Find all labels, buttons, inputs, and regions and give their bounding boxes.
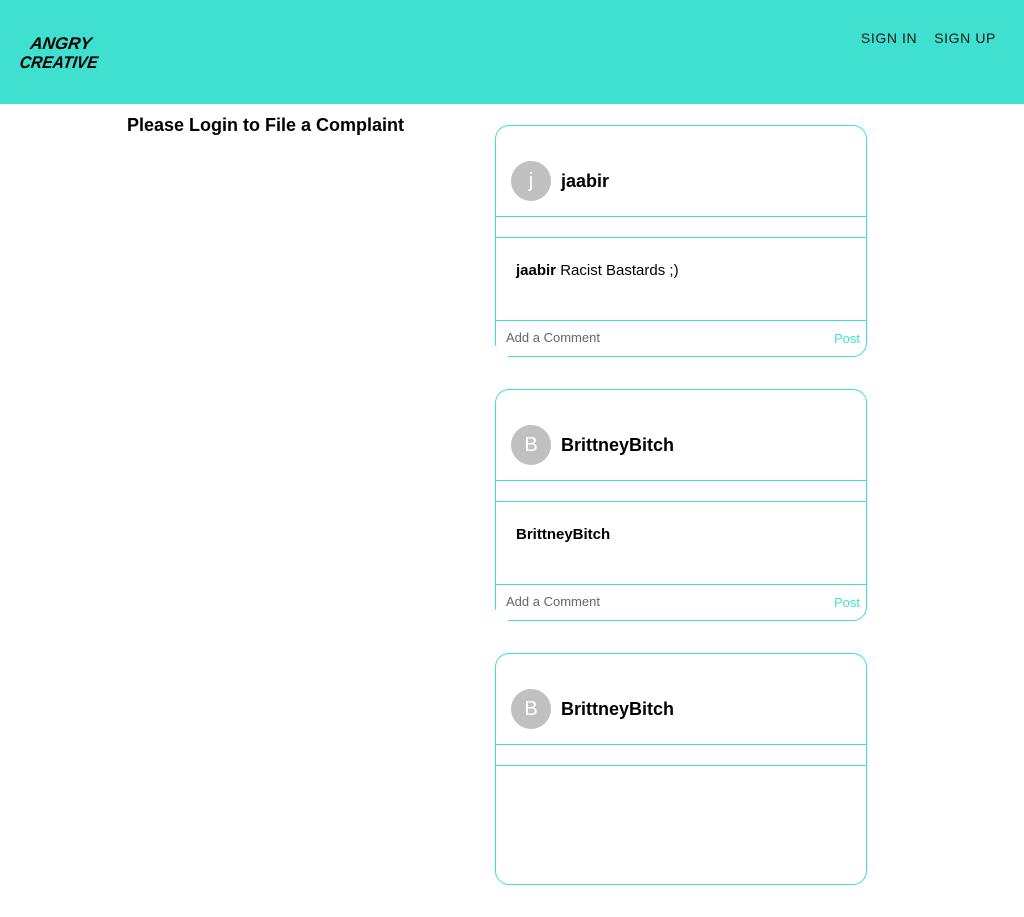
post-caption: jaabir Racist Bastards ;) [516,262,679,279]
post-caption: BrittneyBitch [516,526,610,543]
avatar[interactable]: j [511,161,551,201]
comment-bar: Post [496,320,866,356]
post-comment-button[interactable]: Post [834,331,860,346]
post-card: B BrittneyBitch [495,653,867,885]
post-media-area [496,217,866,238]
sign-in-link[interactable]: SIGN IN [861,30,917,46]
post-header: j jaabir [496,126,866,217]
avatar[interactable]: B [511,689,551,729]
post-header: B BrittneyBitch [496,390,866,481]
post-card: B BrittneyBitch BrittneyBitch Post [494,389,867,622]
post-header: B BrittneyBitch [496,654,866,745]
caption-username[interactable]: BrittneyBitch [516,526,610,543]
top-header: ANGRY CREATIVE SIGN IN SIGN UP [0,0,1024,104]
caption-username[interactable]: jaabir [516,262,556,279]
sign-up-link[interactable]: SIGN UP [934,30,996,46]
post-comment-button[interactable]: Post [834,595,860,610]
logo-line-2: CREATIVE [20,53,100,71]
post-card: j jaabir jaabir Racist Bastards ;) Post [494,125,867,358]
angry-creative-logo[interactable]: ANGRY CREATIVE [20,33,102,71]
post-username[interactable]: BrittneyBitch [561,699,674,720]
comment-input[interactable] [506,330,806,345]
login-prompt: Please Login to File a Complaint [127,115,405,135]
card-corner-notch [494,346,508,358]
post-media-area [496,745,866,766]
caption-text: Racist Bastards ;) [560,262,679,279]
post-username[interactable]: BrittneyBitch [561,435,674,456]
avatar[interactable]: B [511,425,551,465]
comment-bar: Post [496,584,866,620]
logo-icon: ANGRY CREATIVE [20,34,100,71]
comment-input[interactable] [506,594,806,609]
post-username[interactable]: jaabir [561,171,609,192]
logo-line-1: ANGRY [28,34,94,53]
post-feed: j jaabir jaabir Racist Bastards ;) Post … [494,125,867,917]
auth-nav: SIGN IN SIGN UP [861,30,996,46]
post-media-area [496,481,866,502]
card-corner-notch [494,610,508,622]
